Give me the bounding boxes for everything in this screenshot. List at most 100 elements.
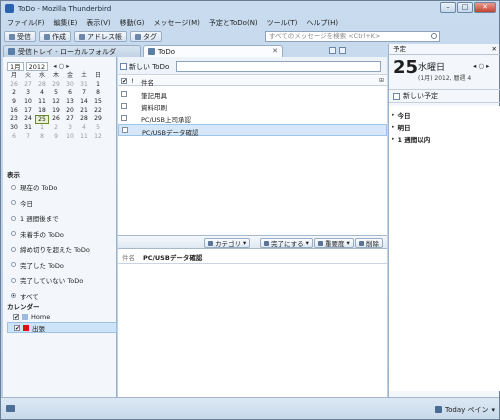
online-status-icon[interactable]	[6, 405, 15, 412]
filter-option[interactable]: 現在の ToDo	[11, 182, 57, 192]
year-selector[interactable]: 2012	[25, 61, 49, 71]
priority-column-icon[interactable]: !	[131, 77, 134, 85]
calendar-home-checkbox[interactable]: ✔	[13, 313, 19, 320]
menu-message[interactable]: メッセージ(M)	[154, 18, 200, 28]
calendar-day[interactable]: 6	[7, 133, 21, 142]
calendar-day[interactable]: 5	[91, 124, 105, 133]
todo-complete-checkbox[interactable]	[121, 103, 127, 109]
calendar-day[interactable]: 4	[77, 124, 91, 133]
close-button[interactable]: ✕	[474, 2, 496, 13]
calendar-day[interactable]: 26	[49, 115, 63, 124]
calendar-item-home[interactable]: ✔ Home	[7, 311, 117, 322]
calendar-day[interactable]: 10	[63, 133, 77, 142]
search-icon[interactable]	[431, 33, 437, 39]
todo-row[interactable]: PC/USBデータ確認	[118, 124, 387, 137]
menu-edit[interactable]: 編集(E)	[54, 18, 78, 28]
calendar-day[interactable]: 8	[35, 133, 49, 142]
quick-add-todo-input[interactable]	[176, 61, 381, 72]
calendar-day[interactable]: 9	[49, 133, 63, 142]
tab-close-icon[interactable]: ✕	[272, 47, 278, 55]
menu-go[interactable]: 移動(G)	[120, 18, 145, 28]
filter-option[interactable]: すべて	[11, 291, 39, 301]
calendar-day[interactable]: 5	[49, 89, 63, 98]
todo-complete-checkbox[interactable]	[121, 115, 127, 121]
radio-icon[interactable]	[11, 262, 16, 267]
calendar-day[interactable]: 6	[63, 89, 77, 98]
filter-option[interactable]: 今日	[11, 198, 33, 208]
calendar-day[interactable]: 28	[35, 81, 49, 90]
delete-button[interactable]: 削除	[355, 238, 383, 248]
calendar-day[interactable]: 29	[49, 81, 63, 90]
calendar-day[interactable]: 1	[91, 81, 105, 90]
calendar-day[interactable]: 15	[91, 98, 105, 107]
expand-arrow-icon[interactable]: ▸	[392, 136, 395, 142]
calendar-day[interactable]: 7	[21, 133, 35, 142]
todo-complete-checkbox[interactable]	[122, 127, 128, 133]
category-button[interactable]: カテゴリ ▾	[204, 238, 251, 248]
menu-events-tasks[interactable]: 予定とToDo(N)	[209, 18, 258, 28]
calendar-day[interactable]: 25	[35, 115, 49, 125]
calendar-day[interactable]: 13	[63, 98, 77, 107]
menu-view[interactable]: 表示(V)	[86, 18, 110, 28]
todo-row[interactable]: 資料印刷	[118, 100, 387, 112]
calendar-day[interactable]: 1	[35, 124, 49, 133]
calendar-day[interactable]: 4	[35, 89, 49, 98]
radio-icon[interactable]	[11, 231, 16, 236]
filter-option[interactable]: 完了した ToDo	[11, 260, 64, 270]
tasks-tab-icon[interactable]	[339, 47, 346, 54]
new-event-button[interactable]: 新しい予定	[389, 89, 500, 103]
mark-complete-button[interactable]: 完了にする ▾	[260, 238, 313, 248]
calendar-day[interactable]: 16	[7, 107, 21, 116]
calendar-day[interactable]: 28	[77, 115, 91, 124]
radio-icon[interactable]	[11, 277, 16, 283]
calendar-day[interactable]: 21	[77, 107, 91, 116]
calendar-day[interactable]: 11	[35, 98, 49, 107]
expand-arrow-icon[interactable]: ▸	[392, 112, 395, 118]
calendar-day[interactable]: 2	[7, 89, 21, 98]
calendar-day[interactable]: 24	[21, 115, 35, 124]
calendar-day[interactable]: 19	[49, 107, 63, 116]
filter-option[interactable]: 完了していない ToDo	[11, 275, 83, 285]
radio-icon[interactable]	[11, 200, 16, 205]
calendar-day[interactable]: 20	[63, 107, 77, 116]
agenda-group-tomorrow[interactable]: ▸ 明日	[392, 122, 411, 132]
calendar-day[interactable]: 29	[91, 115, 105, 124]
calendar-day[interactable]: 22	[91, 107, 105, 116]
radio-icon[interactable]	[11, 215, 16, 221]
calendar-day[interactable]: 18	[35, 107, 49, 116]
calendar-day[interactable]: 11	[77, 133, 91, 142]
today-pane-close-icon[interactable]: ✕	[492, 44, 497, 54]
calendar-day[interactable]: 10	[21, 98, 35, 107]
calendar-day[interactable]: 30	[63, 81, 77, 90]
column-picker-icon[interactable]: ⊞	[379, 77, 384, 84]
calendar-day[interactable]: 31	[21, 124, 35, 133]
calendar-day[interactable]: 31	[77, 81, 91, 90]
completed-column-header[interactable]: ✔	[121, 78, 127, 85]
search-input[interactable]: すべてのメッセージを検索 <Ctrl+K>	[265, 31, 440, 42]
filter-option[interactable]: 締め切りを超えた ToDo	[11, 244, 90, 254]
calendar-day[interactable]: 23	[7, 115, 21, 124]
receive-button[interactable]: 受信	[4, 31, 36, 42]
calendar-day[interactable]: 14	[77, 98, 91, 107]
today-nav[interactable]: ◂ ○ ▸	[473, 62, 489, 70]
calendar-item-trip[interactable]: ✔ 出張	[7, 322, 117, 333]
tab-todo[interactable]: ToDo ✕	[143, 45, 283, 57]
menu-help[interactable]: ヘルプ(H)	[306, 18, 338, 28]
maximize-button[interactable]: □	[457, 2, 473, 13]
calendar-day[interactable]: 17	[21, 107, 35, 116]
priority-button[interactable]: 重要度 ▾	[314, 238, 354, 248]
agenda-group-week[interactable]: ▸ 1 週間以内	[392, 134, 430, 144]
calendar-day[interactable]: 30	[7, 124, 21, 133]
today-pane-toggle[interactable]: Today ペイン ▾	[435, 404, 495, 415]
calendar-day[interactable]: 26	[7, 81, 21, 90]
filter-option[interactable]: 未着手の ToDo	[11, 229, 64, 239]
todo-complete-checkbox[interactable]	[121, 91, 127, 97]
expand-arrow-icon[interactable]: ▸	[392, 124, 395, 130]
calendar-day[interactable]: 2	[49, 124, 63, 133]
menu-file[interactable]: ファイル(F)	[7, 18, 45, 28]
calendar-trip-checkbox[interactable]: ✔	[14, 324, 20, 331]
month-nav[interactable]: ◂ ○ ▸	[53, 62, 69, 70]
compose-button[interactable]: 作成	[39, 31, 71, 42]
minimize-button[interactable]: –	[440, 2, 456, 13]
todo-row[interactable]: 筆記用具	[118, 88, 387, 100]
